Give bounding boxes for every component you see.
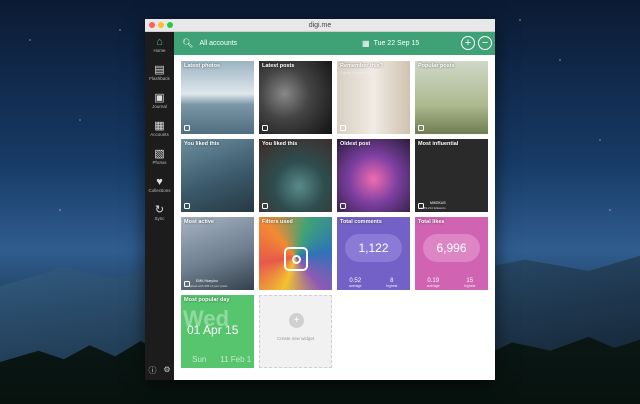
tile-title: Most influential [418,141,459,147]
remove-widget-button[interactable]: − [478,36,492,50]
instagram-icon [262,203,268,209]
sidebar-item-label: Journal [152,104,167,109]
sidebar-item-flashback[interactable]: ▤ Flashback [145,60,174,88]
heart-icon: ♥ [156,175,163,188]
sidebar-item-accounts[interactable]: ▦ Accounts [145,116,174,144]
likes-average-caption: average [426,284,440,288]
sidebar-item-label: Flashback [149,76,170,81]
tile-title: Total likes [418,219,445,225]
home-icon: ⌂ [156,35,163,48]
tile-total-comments[interactable]: Total comments 1,122 0.52 average 8 highes… [337,217,410,290]
comments-count: 1,122 [345,234,402,262]
instagram-icon [184,203,190,209]
create-widget-button[interactable]: + Create new widget [259,295,332,368]
instagram-icon [262,125,268,131]
tile-oldest-post[interactable]: Oldest post [337,139,410,212]
likes-stats: 0.19 average 15 highest [415,278,488,288]
titlebar: digi.me [145,19,495,32]
accounts-icon: ▦ [154,120,165,132]
create-widget-label: Create new widget [276,336,315,341]
tile-title: Remember this? [340,63,384,69]
sidebar-item-label: Sync [154,216,165,221]
popular-date: 01 Apr 15 [187,323,239,337]
tile-title: Most active [184,219,214,225]
tile-you-liked-this-2[interactable]: You liked this [259,139,332,212]
tile-title: Latest posts [262,63,295,69]
sync-icon: ↻ [154,204,165,216]
sidebar-item-journal[interactable]: ▣ Journal [145,88,174,116]
sidebar-item-photos[interactable]: ▧ Photos [145,144,174,172]
tile-title: You liked this [262,141,298,147]
current-date: Tue 22 Sep 15 [373,40,420,47]
flashback-icon: ▤ [154,64,165,76]
gear-icon[interactable]: ⚙ [163,365,170,376]
add-widget-icon: + [289,313,304,328]
influencer-name: MIKEKUS [430,201,446,205]
tile-latest-photos[interactable]: Latest photos [181,61,254,134]
tile-most-popular-day[interactable]: Most popular day Wed 01 Apr 15 Sun 11 Fe… [181,295,254,368]
sidebar-item-sync[interactable]: ↻ Sync [145,200,174,228]
tile-title: Total comments [340,219,382,225]
date-picker[interactable]: ▦ Tue 22 Sep 15 [362,39,419,48]
comments-stats: 0.52 average 8 highest [337,278,410,288]
sidebar-item-collections[interactable]: ♥ Collections [145,172,174,200]
popular-day-foot-date: 11 Feb 1 [220,354,252,364]
tile-title: Latest photos [184,63,221,69]
close-button[interactable] [149,22,155,28]
tile-remember-this[interactable]: Remember this? 1 year 3 years ago [337,61,410,134]
active-user-detail: Interacted with 265 of your posts [184,284,228,288]
sidebar: ⌂ Home ▤ Flashback ▣ Journal ▦ Accounts … [145,32,174,380]
tile-you-liked-this[interactable]: You liked this [181,139,254,212]
sidebar-item-label: Photos [152,160,167,165]
tile-title: Most popular day [184,297,230,303]
calendar-icon: ▦ [362,39,370,48]
search-icon[interactable]: 🔍︎ [182,38,193,49]
tile-most-active[interactable]: Most active EMILYdarylou Interacted with… [181,217,254,290]
instagram-icon [340,125,346,131]
tile-subtitle: 1 year 3 years ago [340,70,374,75]
comments-average-caption: average [348,284,362,288]
tile-title: Filters used [262,219,293,225]
minimize-button[interactable] [158,22,164,28]
instagram-icon [340,203,346,209]
sidebar-footer: ⓘ ⚙ [145,365,174,376]
tile-title: Popular posts [418,63,455,69]
popular-day-foot-weekday: Sun [192,354,207,364]
sidebar-item-home[interactable]: ⌂ Home [145,32,174,60]
active-user-name: EMILYdarylou [196,279,218,283]
sidebar-item-label: Collections [148,188,171,193]
tile-popular-posts[interactable]: Popular posts [415,61,488,134]
window-title: digi.me [308,21,332,29]
window-controls [149,22,173,28]
topbar: 🔍︎ All accounts ▦ Tue 22 Sep 15 + − [174,32,495,55]
tile-total-likes[interactable]: Total likes 6,996 0.19 average 15 highest [415,217,488,290]
comments-highest-caption: highest [386,284,398,288]
tile-latest-posts[interactable]: Latest posts [259,61,332,134]
likes-highest-caption: highest [464,284,476,288]
photos-icon: ▧ [154,148,165,160]
instagram-icon [418,125,424,131]
influencer-followers: has 59,214 followers [418,206,446,210]
widget-grid: Latest photos Latest posts Remember this… [181,61,491,368]
app-window: digi.me ⌂ Home ▤ Flashback ▣ Journal ▦ A… [145,19,495,380]
tile-most-influential[interactable]: Most influential MIKEKUS has 59,214 foll… [415,139,488,212]
likes-count: 6,996 [423,234,480,262]
instagram-logo-icon [284,247,308,271]
instagram-icon [184,125,190,131]
zoom-button[interactable] [167,22,173,28]
sidebar-item-label: Accounts [150,132,169,137]
tile-title: Oldest post [340,141,371,147]
add-widget-button[interactable]: + [461,36,475,50]
account-filter[interactable]: All accounts [199,40,237,47]
popular-day-footer: Sun 11 Feb 1 [181,350,254,368]
info-icon[interactable]: ⓘ [148,365,156,376]
sidebar-item-label: Home [153,48,166,53]
tile-title: You liked this [184,141,220,147]
tile-filters-used[interactable]: Filters used [259,217,332,290]
journal-icon: ▣ [154,92,165,104]
